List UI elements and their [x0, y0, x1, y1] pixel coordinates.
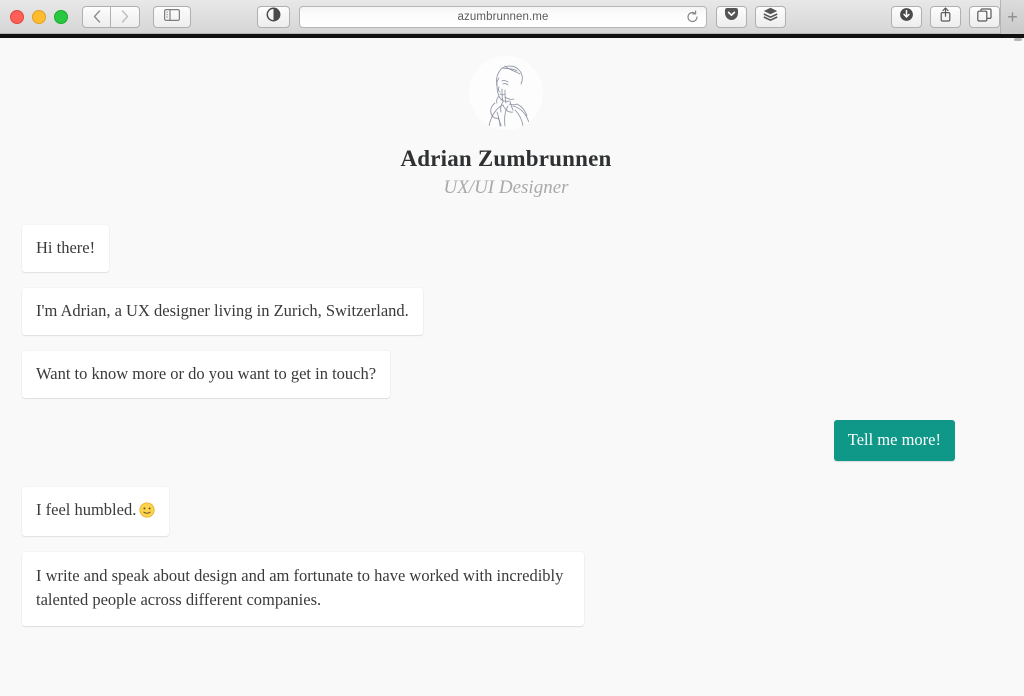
- chat-row: Tell me more!: [0, 419, 1012, 461]
- avatar: [469, 56, 543, 130]
- toolbar-right-tools: [891, 6, 1000, 28]
- back-button[interactable]: [82, 5, 111, 28]
- chat-row: I'm Adrian, a UX designer living in Zuri…: [0, 287, 1012, 335]
- chat-thread: Hi there! I'm Adrian, a UX designer livi…: [0, 225, 1012, 627]
- tell-me-more-button[interactable]: Tell me more!: [833, 419, 955, 461]
- window-controls: [0, 9, 68, 24]
- chat-bubble: Hi there!: [22, 225, 110, 272]
- minimize-window-button[interactable]: [32, 9, 46, 24]
- zoom-window-button[interactable]: [54, 9, 68, 24]
- profile-header: Adrian Zumbrunnen UX/UI Designer: [0, 56, 1012, 199]
- share-button[interactable]: [930, 6, 961, 28]
- chat-bubble: I feel humbled.: [22, 486, 170, 537]
- navigation-buttons: [82, 5, 140, 28]
- tabs-icon: [977, 7, 992, 27]
- reader-icon: [266, 7, 281, 27]
- portrait-sketch-icon: [469, 56, 543, 130]
- chat-row: Hi there!: [0, 225, 1012, 272]
- chat-bubble-text: I feel humbled.: [36, 499, 137, 519]
- chat-row: I write and speak about design and am fo…: [0, 552, 1012, 627]
- chevron-left-icon: [93, 10, 101, 23]
- downloads-button[interactable]: [891, 6, 922, 28]
- chat-row: I feel humbled.: [0, 486, 1012, 537]
- page-scrollbar[interactable]: [1012, 38, 1024, 696]
- reader-view-button[interactable]: [257, 5, 290, 28]
- share-icon: [939, 7, 952, 27]
- stack-button[interactable]: [755, 5, 786, 28]
- close-window-button[interactable]: [10, 9, 24, 24]
- reload-button[interactable]: [686, 10, 699, 23]
- pocket-button[interactable]: [716, 5, 747, 28]
- slightly-smiling-face-icon: [139, 501, 155, 525]
- downloads-icon: [899, 7, 914, 27]
- sidebar-toggle-button[interactable]: [153, 5, 191, 28]
- page-viewport: Adrian Zumbrunnen UX/UI Designer Hi ther…: [0, 38, 1024, 696]
- stack-icon: [763, 7, 778, 26]
- pocket-icon: [724, 7, 739, 26]
- browser-toolbar: azumbrunnen.me +: [0, 0, 1024, 34]
- sidebar-icon: [164, 8, 181, 26]
- chat-bubble: Want to know more or do you want to get …: [22, 350, 391, 398]
- chat-row: Want to know more or do you want to get …: [0, 350, 1012, 398]
- page-subtitle: UX/UI Designer: [443, 177, 569, 198]
- page-content: Adrian Zumbrunnen UX/UI Designer Hi ther…: [0, 38, 1012, 696]
- forward-button[interactable]: [111, 5, 140, 28]
- browser-window: azumbrunnen.me + Adrian Zumbrunnen UX/UI…: [0, 0, 1024, 696]
- address-bar-text: azumbrunnen.me: [457, 10, 549, 23]
- new-tab-button[interactable]: +: [1000, 0, 1024, 34]
- page-title: Adrian Zumbrunnen: [400, 146, 612, 171]
- show-tabs-button[interactable]: [969, 6, 1000, 28]
- address-bar[interactable]: azumbrunnen.me: [299, 5, 707, 28]
- chat-bubble: I write and speak about design and am fo…: [22, 552, 584, 627]
- chat-bubble: I'm Adrian, a UX designer living in Zuri…: [22, 287, 423, 335]
- chevron-right-icon: [121, 10, 129, 23]
- scrollbar-thumb[interactable]: [1014, 38, 1022, 41]
